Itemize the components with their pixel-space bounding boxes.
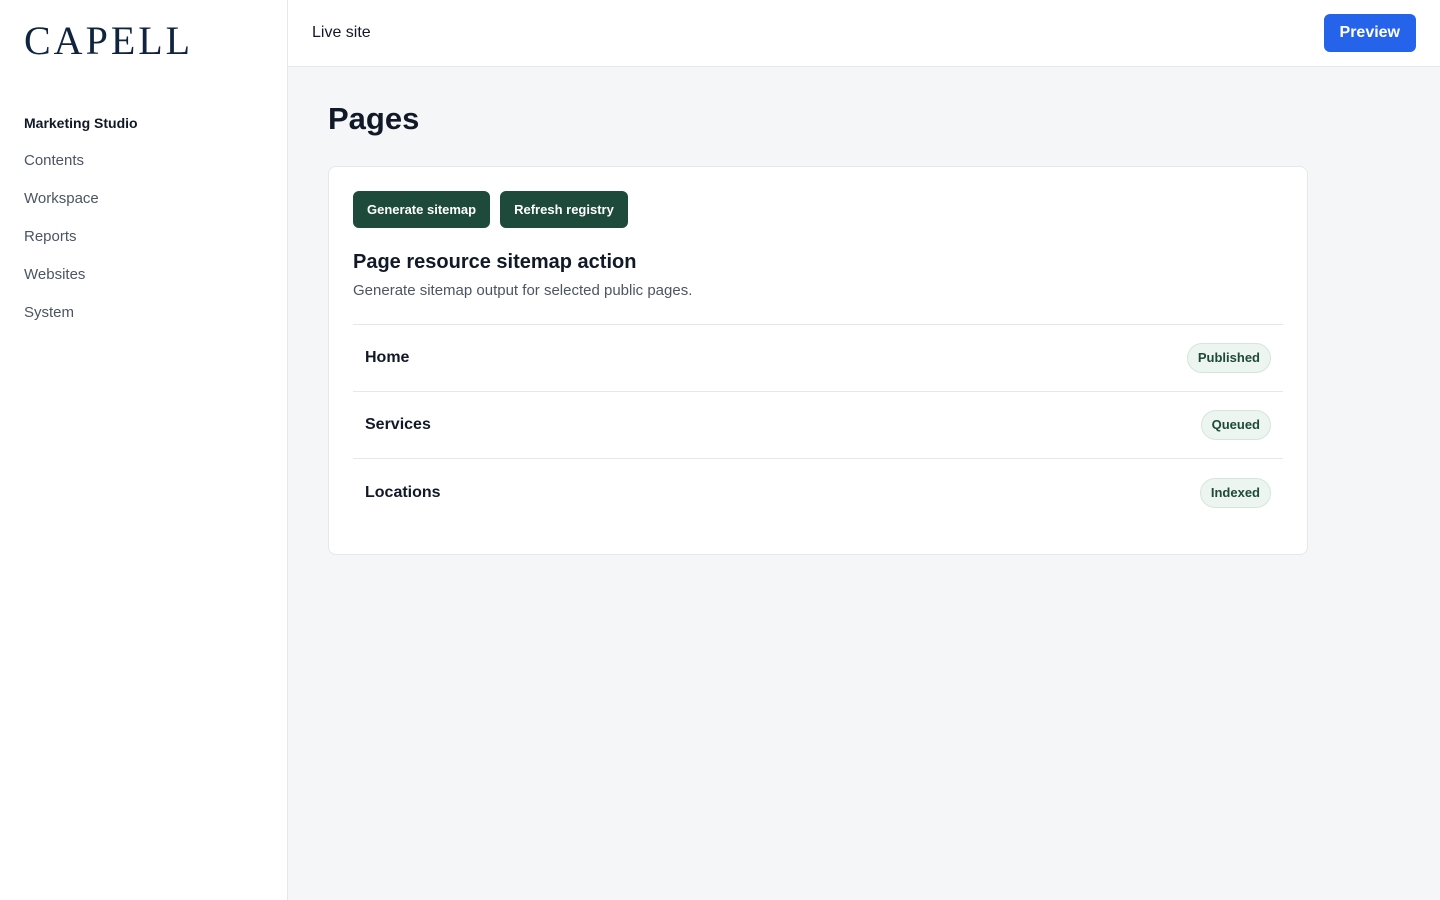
live-site-link[interactable]: Live site xyxy=(312,24,371,42)
sidebar-item-system[interactable]: System xyxy=(24,305,263,343)
preview-button[interactable]: Preview xyxy=(1323,14,1416,52)
sidebar-item-websites[interactable]: Websites xyxy=(24,267,263,305)
sidebar-heading: Marketing Studio xyxy=(24,115,138,131)
status-badge: Published xyxy=(1186,343,1271,373)
list-item[interactable]: Services Queued xyxy=(353,392,1283,459)
sidebar: CAPELL Marketing Studio Contents Workspa… xyxy=(0,0,288,900)
page-name: Locations xyxy=(365,483,441,501)
content: Pages Generate sitemap Refresh registry … xyxy=(288,67,1440,589)
app-root: CAPELL Marketing Studio Contents Workspa… xyxy=(0,0,1440,900)
list-item[interactable]: Home Published xyxy=(353,325,1283,392)
page-list: Home Published Services Queued Locations… xyxy=(353,324,1283,526)
card-title: Page resource sitemap action xyxy=(353,251,637,273)
list-item[interactable]: Locations Indexed xyxy=(353,459,1283,526)
page-name: Home xyxy=(365,349,410,366)
main-area: Live site Preview Pages Generate sitemap… xyxy=(288,0,1440,900)
page-name: Services xyxy=(365,416,431,433)
sidebar-nav: Marketing Studio Contents Workspace Repo… xyxy=(24,115,263,343)
sitemap-card: Generate sitemap Refresh registry Page r… xyxy=(328,166,1308,555)
card-actions: Generate sitemap Refresh registry xyxy=(353,191,1283,228)
sidebar-item-contents[interactable]: Contents xyxy=(24,153,263,191)
status-badge: Indexed xyxy=(1199,477,1271,508)
status-badge: Queued xyxy=(1200,410,1271,440)
card-description: Generate sitemap output for selected pub… xyxy=(353,282,693,299)
topbar: Live site Preview xyxy=(288,0,1440,67)
page-title: Pages xyxy=(328,101,420,136)
brand-logo[interactable]: CAPELL xyxy=(24,21,263,61)
sidebar-item-workspace[interactable]: Workspace xyxy=(24,191,263,229)
refresh-registry-button[interactable]: Refresh registry xyxy=(500,191,628,228)
generate-sitemap-button[interactable]: Generate sitemap xyxy=(353,191,491,228)
sidebar-item-reports[interactable]: Reports xyxy=(24,229,263,267)
